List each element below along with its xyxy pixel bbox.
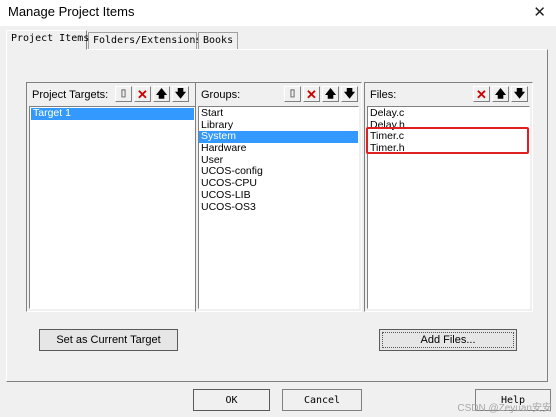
list-item[interactable]: UCOS-OS3 — [199, 201, 358, 214]
list-item[interactable]: UCOS-LIB — [199, 189, 358, 202]
ok-button[interactable]: OK — [193, 389, 270, 411]
delete-file-icon[interactable]: ✕ — [473, 86, 490, 102]
set-as-current-target-button[interactable]: Set as Current Target — [39, 329, 178, 351]
files-pane: Files: ✕ 🡅 🡇 Delay.c Delay.h Timer.c Tim… — [364, 82, 533, 312]
move-down-file-icon[interactable]: 🡇 — [511, 86, 528, 102]
tab-project-items[interactable]: Project Items — [6, 30, 89, 50]
project-targets-header: Project Targets: ▯ ✕ 🡅 🡇 — [29, 85, 196, 104]
tab-books[interactable]: Books — [198, 32, 238, 49]
set-as-current-target-label: Set as Current Target — [56, 334, 161, 346]
files-header: Files: ✕ 🡅 🡇 — [367, 85, 530, 104]
add-files-button[interactable]: Add Files... — [379, 329, 517, 351]
move-up-group-icon[interactable]: 🡅 — [322, 86, 339, 102]
project-targets-pane: Project Targets: ▯ ✕ 🡅 🡇 Target 1 — [26, 82, 199, 312]
focus-ring — [382, 332, 514, 348]
delete-group-icon[interactable]: ✕ — [303, 86, 320, 102]
cancel-button[interactable]: Cancel — [282, 389, 362, 411]
files-label: Files: — [370, 89, 397, 101]
list-item[interactable]: Hardware — [199, 142, 358, 155]
project-targets-label: Project Targets: — [32, 89, 109, 101]
window-title: Manage Project Items — [8, 4, 135, 19]
tab-folders-extensions[interactable]: Folders/Extensions — [88, 32, 201, 49]
title-bar: Manage Project Items ✕ — [0, 0, 556, 26]
groups-header: Groups: ▯ ✕ 🡅 🡇 — [198, 85, 359, 104]
groups-pane: Groups: ▯ ✕ 🡅 🡇 Start Library System Har… — [195, 82, 362, 312]
delete-target-icon[interactable]: ✕ — [134, 86, 151, 102]
project-targets-list[interactable]: Target 1 — [29, 106, 196, 309]
close-icon[interactable]: ✕ — [533, 3, 546, 21]
move-down-target-icon[interactable]: 🡇 — [172, 86, 189, 102]
groups-list[interactable]: Start Library System Hardware User UCOS-… — [198, 106, 359, 309]
list-item[interactable]: Delay.c — [368, 107, 529, 120]
tab-panel: Project Targets: ▯ ✕ 🡅 🡇 Target 1 Groups… — [6, 49, 548, 382]
list-item[interactable]: Start — [199, 107, 358, 120]
move-up-target-icon[interactable]: 🡅 — [153, 86, 170, 102]
annotation-highlight-box — [366, 127, 529, 154]
groups-label: Groups: — [201, 89, 241, 101]
watermark: CSDN @Zeyuan安安 — [457, 403, 552, 414]
list-item-target-1[interactable]: Target 1 — [31, 107, 194, 120]
new-group-icon[interactable]: ▯ — [284, 86, 301, 102]
move-down-group-icon[interactable]: 🡇 — [341, 86, 358, 102]
move-up-file-icon[interactable]: 🡅 — [492, 86, 509, 102]
new-target-icon[interactable]: ▯ — [115, 86, 132, 102]
